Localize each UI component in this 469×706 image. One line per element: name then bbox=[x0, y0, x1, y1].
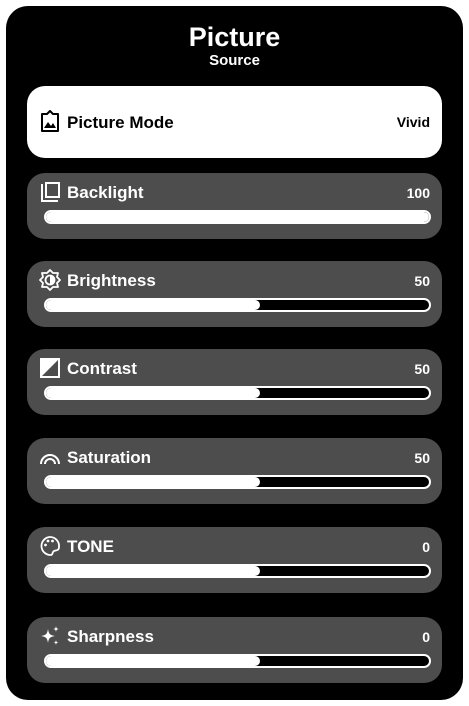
backlight-icon bbox=[39, 181, 61, 203]
picture-mode-value: Vivid bbox=[396, 114, 430, 130]
brightness-label: Brightness bbox=[67, 271, 156, 290]
contrast-slider[interactable] bbox=[44, 386, 431, 400]
picture-settings-panel: Picture Source Picture Mode Vivid Backli… bbox=[6, 6, 463, 700]
sharpness-slider[interactable] bbox=[44, 654, 431, 668]
sharpness-row[interactable]: Sharpness 0 bbox=[27, 617, 442, 683]
tone-slider[interactable] bbox=[44, 564, 431, 578]
sharpness-icon bbox=[39, 625, 61, 647]
backlight-slider-fill bbox=[46, 212, 429, 222]
tone-row[interactable]: TONE 0 bbox=[27, 527, 442, 593]
tone-icon bbox=[39, 535, 61, 557]
page-subtitle: Source bbox=[209, 52, 260, 69]
sharpness-label: Sharpness bbox=[67, 627, 154, 646]
saturation-row[interactable]: Saturation 50 bbox=[27, 438, 442, 504]
saturation-value: 50 bbox=[414, 450, 430, 466]
saturation-slider-fill bbox=[46, 477, 261, 487]
backlight-value: 100 bbox=[406, 185, 430, 201]
contrast-value: 50 bbox=[414, 361, 430, 377]
picture-mode-icon bbox=[39, 110, 61, 132]
sharpness-value: 0 bbox=[422, 629, 430, 645]
contrast-icon bbox=[39, 357, 61, 379]
contrast-row[interactable]: Contrast 50 bbox=[27, 349, 442, 415]
brightness-row[interactable]: Brightness 50 bbox=[27, 261, 442, 327]
tone-value: 0 bbox=[422, 539, 430, 555]
page-title: Picture bbox=[188, 22, 281, 52]
brightness-icon bbox=[39, 269, 61, 291]
backlight-slider[interactable] bbox=[44, 210, 431, 224]
tone-slider-fill bbox=[46, 566, 261, 576]
backlight-label: Backlight bbox=[67, 183, 144, 202]
contrast-slider-fill bbox=[46, 388, 261, 398]
brightness-slider-fill bbox=[46, 300, 261, 310]
picture-mode-row[interactable]: Picture Mode Vivid bbox=[27, 86, 442, 158]
contrast-label: Contrast bbox=[67, 359, 137, 378]
saturation-label: Saturation bbox=[67, 448, 152, 467]
header: Picture Source bbox=[6, 22, 463, 70]
tone-label: TONE bbox=[67, 537, 114, 556]
brightness-slider[interactable] bbox=[44, 298, 431, 312]
saturation-slider[interactable] bbox=[44, 475, 431, 489]
backlight-row[interactable]: Backlight 100 bbox=[27, 173, 442, 239]
brightness-value: 50 bbox=[414, 273, 430, 289]
sharpness-slider-fill bbox=[46, 656, 261, 666]
saturation-icon bbox=[39, 446, 61, 468]
picture-mode-label: Picture Mode bbox=[67, 113, 174, 132]
